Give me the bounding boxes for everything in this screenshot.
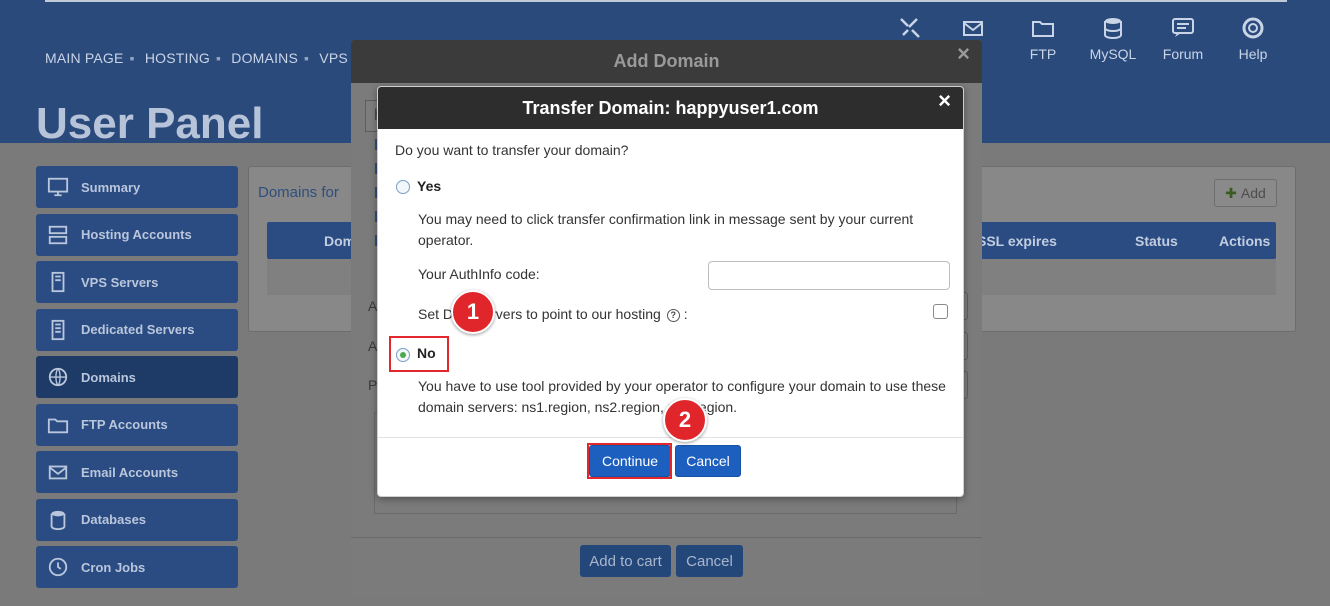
sidebar-item-label: Hosting Accounts xyxy=(81,227,192,242)
folder-icon xyxy=(1031,16,1055,40)
sidebar-item-dedicated-servers[interactable]: Dedicated Servers xyxy=(36,308,238,351)
clock-icon xyxy=(46,556,70,578)
nav-hosting[interactable]: HOSTING xyxy=(145,50,210,66)
add-domain-button[interactable]: ✚ Add xyxy=(1214,179,1277,207)
close-icon[interactable]: × xyxy=(957,42,970,66)
close-icon[interactable]: × xyxy=(938,89,951,113)
dns-checkbox[interactable] xyxy=(933,304,948,319)
sidebar: Summary Hosting Accounts VPS Servers Ded… xyxy=(36,166,238,594)
modal-footer-divider xyxy=(351,537,982,538)
dedicated-icon xyxy=(46,319,70,341)
step-1-badge: 1 xyxy=(451,290,495,334)
transfer-question: Do you want to transfer your domain? xyxy=(395,142,629,158)
panel-title: Domains for xyxy=(258,184,339,201)
sidebar-item-label: Summary xyxy=(81,179,141,195)
dns-label-colon: : xyxy=(683,306,688,322)
sidebar-item-email-accounts[interactable]: Email Accounts xyxy=(36,451,238,493)
authinfo-label: Your AuthInfo code: xyxy=(418,266,540,282)
tool-mysql[interactable]: MySQL xyxy=(1083,16,1143,62)
highlight-no-option xyxy=(389,336,449,372)
authinfo-input[interactable] xyxy=(708,261,950,290)
form-label: P xyxy=(368,377,378,393)
sidebar-item-hosting-accounts[interactable]: Hosting Accounts xyxy=(36,213,238,256)
sidebar-item-label: Databases xyxy=(81,512,147,527)
top-divider xyxy=(45,0,1287,2)
tools-icon xyxy=(898,16,922,40)
sidebar-item-domains[interactable]: Domains xyxy=(36,356,238,398)
yes-label[interactable]: Yes xyxy=(417,178,441,194)
modal-header: Transfer Domain: happyuser1.com xyxy=(378,87,963,129)
page-title: User Panel xyxy=(36,99,264,148)
mail-icon xyxy=(46,461,70,483)
lifebuoy-icon xyxy=(1241,16,1265,40)
add-label: Add xyxy=(1240,185,1266,201)
tool-label: FTP xyxy=(1029,46,1057,62)
mail-icon xyxy=(961,16,985,40)
monitor-icon xyxy=(46,176,70,198)
help-icon[interactable]: ? xyxy=(666,309,680,322)
forum-icon xyxy=(1171,16,1195,40)
sidebar-item-label: VPS Servers xyxy=(81,274,159,290)
vps-icon xyxy=(46,271,70,293)
step-2-badge: 2 xyxy=(663,398,707,442)
sidebar-item-label: Domains xyxy=(81,369,136,385)
yes-radio[interactable] xyxy=(396,180,410,194)
nav-main-page[interactable]: MAIN PAGE xyxy=(45,50,124,66)
folder-icon xyxy=(46,414,70,436)
tool-label: Forum xyxy=(1162,46,1204,62)
tool-label: MySQL xyxy=(1089,46,1137,62)
sidebar-item-label: Email Accounts xyxy=(81,464,179,480)
sidebar-item-cron-jobs[interactable]: Cron Jobs xyxy=(36,546,238,588)
tool-forum[interactable]: Forum xyxy=(1153,16,1213,62)
form-label: A xyxy=(368,298,378,314)
server-icon xyxy=(46,224,70,246)
modal-header: Add Domain xyxy=(351,40,982,83)
top-navigation: MAIN PAGE ▪ HOSTING ▪ DOMAINS ▪ VPS SE xyxy=(45,50,377,66)
nav-separator: ▪ xyxy=(216,50,222,66)
sidebar-item-summary[interactable]: Summary xyxy=(36,166,238,208)
yes-note: You may need to click transfer confirmat… xyxy=(418,211,914,248)
modal-title: Transfer Domain: happyuser1.com xyxy=(522,98,819,118)
column-status[interactable]: Status xyxy=(1135,233,1178,249)
sidebar-item-label: Dedicated Servers xyxy=(81,322,195,337)
column-ssl-expires[interactable]: SSL expires xyxy=(977,233,1057,249)
sidebar-item-label: Cron Jobs xyxy=(81,559,146,575)
cancel-button[interactable]: Cancel xyxy=(676,545,743,577)
nav-separator: ▪ xyxy=(304,50,310,66)
column-actions: Actions xyxy=(1219,233,1271,249)
plus-icon: ✚ xyxy=(1225,184,1237,201)
add-to-cart-button[interactable]: Add to cart xyxy=(580,545,671,577)
database-icon xyxy=(1101,16,1125,40)
tool-help[interactable]: Help xyxy=(1223,16,1283,62)
globe-icon xyxy=(46,366,70,388)
database-icon xyxy=(46,509,70,531)
sidebar-item-label: FTP Accounts xyxy=(81,417,168,432)
modal-title: Add Domain xyxy=(613,51,720,71)
tool-ftp[interactable]: FTP xyxy=(1013,16,1073,62)
tool-label: Help xyxy=(1238,46,1268,62)
form-label: A xyxy=(368,338,378,354)
nav-separator: ▪ xyxy=(129,50,135,66)
sidebar-item-ftp-accounts[interactable]: FTP Accounts xyxy=(36,403,238,446)
cancel-button[interactable]: Cancel xyxy=(675,445,741,477)
sidebar-item-vps-servers[interactable]: VPS Servers xyxy=(36,261,238,303)
sidebar-item-databases[interactable]: Databases xyxy=(36,498,238,541)
highlight-continue-button xyxy=(587,443,672,479)
nav-domains[interactable]: DOMAINS xyxy=(231,50,298,66)
